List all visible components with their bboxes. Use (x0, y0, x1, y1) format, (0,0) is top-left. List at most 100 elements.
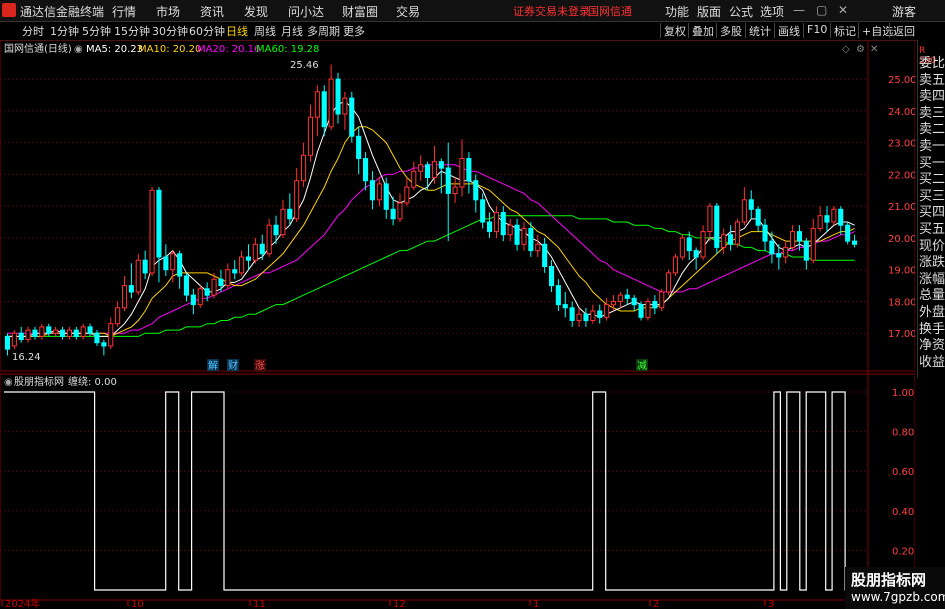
ma5-line (7, 100, 855, 337)
tag-finance[interactable]: 财 (228, 359, 238, 372)
candle-down (18, 332, 24, 341)
button-f10[interactable]: F10 (803, 23, 830, 38)
candle-down (824, 215, 830, 223)
candle-up (734, 221, 741, 245)
indicator-series-line (4, 391, 858, 591)
candle-up (328, 78, 334, 128)
tag-unlock[interactable]: 解 (208, 359, 218, 372)
tag-reduce[interactable]: 减 (637, 360, 647, 372)
button-mark[interactable]: 标记 (830, 23, 859, 38)
candle-down (273, 224, 279, 236)
tag-rise[interactable]: 涨 (255, 360, 265, 372)
app-title: 通达信金融终端 (20, 5, 105, 19)
ma10-line (7, 126, 855, 337)
menu-item-assistant[interactable]: 问小达 (288, 3, 324, 20)
tab-more[interactable]: 更多 (343, 23, 365, 39)
candle-down (769, 240, 775, 255)
diamond-icon[interactable]: ◇ (842, 44, 850, 55)
watermark-title: 股朋指标网 (851, 571, 927, 589)
menu-item-formula[interactable]: 公式 (729, 3, 753, 20)
button-stats[interactable]: 统计 (745, 23, 774, 38)
candle-down (624, 294, 630, 299)
button-draw[interactable]: 画线 (774, 23, 803, 38)
tab-multi-period[interactable]: 多周期 (307, 23, 340, 39)
button-multi-stock[interactable]: 多股 (716, 23, 745, 38)
price-tick-label: 21.00 (888, 202, 915, 213)
ma20-label: MA20: 20.16 (197, 44, 260, 55)
indicator-tick-label: 1.00 (892, 388, 914, 399)
candle-down (142, 259, 148, 274)
menu-item-trade[interactable]: 交易 (396, 3, 420, 20)
maximize-icon[interactable]: ▢ (816, 3, 827, 17)
candle-up (135, 259, 141, 293)
collapse-icon[interactable]: ◉ (74, 44, 83, 55)
tab-60min[interactable]: 60分钟 (189, 23, 225, 39)
candle-up (452, 186, 458, 195)
candle-up (431, 161, 437, 179)
period-toolbar: 分时 1分钟 5分钟 15分钟 30分钟 60分钟 日线 周线 月线 多周期 更… (0, 22, 945, 41)
candle-up (39, 326, 45, 337)
menu-bar: 通达信金融终端 行情 市场 资讯 发现 问小达 财富圈 交易 证券交易未登录 国… (0, 0, 945, 22)
ma5-label: MA5: 20.23 (86, 44, 143, 55)
candle-down (776, 253, 782, 258)
menu-item-options[interactable]: 选项 (760, 3, 784, 20)
x-axis-labels: 2024年 10 11 12 1 2 3 (1, 597, 774, 609)
ma60-label: MA60: 19.28 (256, 44, 319, 55)
minimize-icon[interactable]: — (793, 3, 805, 17)
candle-up (790, 231, 796, 249)
candle-up (108, 323, 114, 347)
button-adjust[interactable]: 复权 (660, 23, 689, 38)
candle-down (638, 304, 644, 318)
candle-up (707, 205, 713, 233)
tab-30min[interactable]: 30分钟 (152, 23, 188, 39)
menu-item-discover[interactable]: 发现 (244, 3, 268, 20)
tab-weekly[interactable]: 周线 (254, 23, 276, 39)
candle-up (53, 329, 59, 334)
chart-area[interactable]: 国网信通(日线) ◉ MA5: 20.23 MA10: 20.20 MA20: … (0, 40, 915, 609)
chart-svg[interactable]: 国网信通(日线) ◉ MA5: 20.23 MA10: 20.20 MA20: … (0, 40, 915, 609)
button-overlay[interactable]: 叠加 (688, 23, 717, 38)
menu-item-wealth[interactable]: 财富圈 (342, 3, 378, 20)
tab-15min[interactable]: 15分钟 (114, 23, 150, 39)
candle-down (796, 231, 803, 242)
menu-item-market[interactable]: 市场 (156, 3, 180, 20)
x-tick-label: 2024年 (5, 597, 40, 609)
tab-5min[interactable]: 5分钟 (82, 23, 111, 39)
candle-up (700, 231, 706, 258)
candle-down (473, 180, 479, 201)
user-label[interactable]: 游客 (892, 3, 916, 20)
candle-up (672, 256, 679, 274)
candle-up (404, 186, 410, 204)
tab-1min[interactable]: 1分钟 (50, 23, 79, 39)
tab-intraday[interactable]: 分时 (22, 23, 44, 39)
candle-up (604, 304, 610, 318)
candle-up (397, 202, 403, 220)
candle-up (11, 332, 17, 347)
candle-up (831, 208, 837, 223)
quote-field-label: 收益 (919, 354, 945, 370)
candle-down (728, 234, 734, 245)
tab-monthly[interactable]: 月线 (281, 23, 303, 39)
close-panel-icon[interactable]: ✕ (870, 44, 878, 55)
candle-down (597, 310, 603, 318)
close-icon[interactable]: ✕ (838, 3, 848, 17)
button-back[interactable]: 返回 (889, 23, 918, 38)
menu-item-quote[interactable]: 行情 (112, 3, 136, 20)
candle-down (204, 288, 210, 296)
candle-down (425, 164, 431, 179)
settings-icon[interactable]: ⚙ (856, 44, 865, 55)
x-tick-label: 10 (131, 599, 144, 609)
indicator-collapse-icon[interactable]: ◉ (4, 377, 13, 388)
candle-down (487, 221, 493, 232)
menu-item-news[interactable]: 资讯 (200, 3, 224, 20)
price-tick-label: 20.00 (888, 234, 915, 245)
tab-daily[interactable]: 日线 (226, 23, 248, 39)
menu-item-layout[interactable]: 版面 (697, 3, 721, 20)
login-status[interactable]: 证券交易未登录 (513, 3, 590, 19)
candle-up (418, 164, 424, 172)
candle-down (60, 329, 66, 338)
candle-up (521, 227, 527, 245)
menu-item-function[interactable]: 功能 (665, 3, 689, 20)
candle-up (741, 199, 747, 223)
candle-up (122, 285, 128, 309)
